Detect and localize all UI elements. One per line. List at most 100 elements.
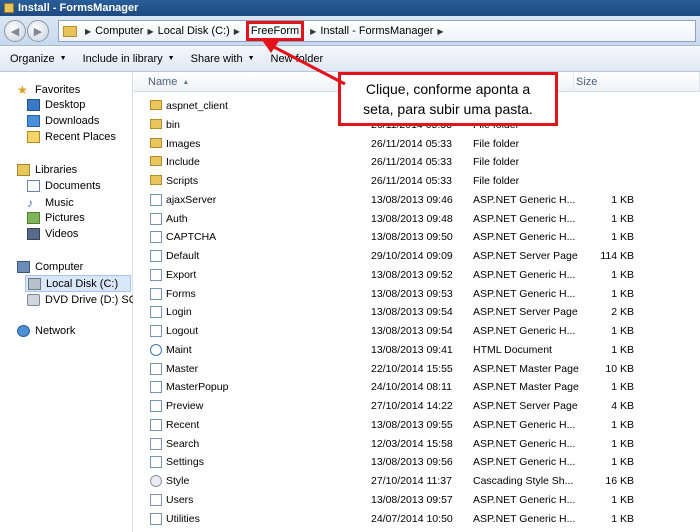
nav-computer[interactable]: Computer bbox=[17, 261, 83, 273]
include-in-library-label: Include in library bbox=[82, 52, 163, 65]
file-row[interactable]: Users 13/08/2013 09:57 ASP.NET Generic H..… bbox=[134, 491, 700, 510]
include-in-library-button[interactable]: Include in library ▼ bbox=[83, 53, 175, 65]
nav-dvd-drive[interactable]: DVD Drive (D:) SQLFUI bbox=[27, 294, 133, 306]
nav-documents[interactable]: Documents bbox=[27, 180, 101, 192]
file-row[interactable]: Auth 13/08/2013 09:48 ASP.NET Generic H...… bbox=[134, 210, 700, 229]
arrow-right-icon: ▶ bbox=[33, 25, 43, 38]
downloads-icon bbox=[27, 115, 40, 127]
file-row[interactable]: Utilities 24/07/2014 10:50 ASP.NET Generic… bbox=[134, 510, 700, 529]
file-name: Maint bbox=[166, 343, 192, 356]
file-date: 13/08/2013 09:55 bbox=[371, 418, 453, 431]
file-date: 27/10/2014 11:37 bbox=[371, 475, 452, 487]
dvd-drive-icon bbox=[27, 294, 40, 306]
nav-videos[interactable]: Videos bbox=[27, 228, 78, 240]
file-name: Forms bbox=[166, 287, 196, 300]
folder-icon bbox=[150, 137, 162, 148]
file-icon bbox=[150, 418, 162, 431]
folder-icon bbox=[150, 156, 162, 167]
file-row[interactable]: ajaxServer 13/08/2013 09:46 ASP.NET Generi… bbox=[134, 191, 700, 210]
file-size: 1 KB bbox=[611, 437, 634, 450]
file-row[interactable]: Export 13/08/2013 09:52 ASP.NET Generic H.… bbox=[134, 266, 700, 285]
share-with-button[interactable]: Share with ▼ bbox=[191, 53, 255, 65]
nav-pictures-label: Pictures bbox=[45, 212, 85, 224]
file-row[interactable]: MasterPopup 24/10/2014 08:11 ASP.NET Maste… bbox=[134, 378, 700, 397]
file-size: 2 KB bbox=[611, 306, 634, 319]
new-folder-button[interactable]: New folder bbox=[271, 53, 324, 65]
chevron-right-icon[interactable]: ▶ bbox=[437, 27, 443, 36]
organize-button[interactable]: Organize ▼ bbox=[10, 53, 67, 65]
file-date: 29/10/2014 09:09 bbox=[371, 250, 453, 262]
chevron-right-icon[interactable]: ▶ bbox=[234, 27, 240, 36]
file-row[interactable]: Settings 13/08/2013 09:56 ASP.NET Generic … bbox=[134, 453, 700, 472]
nav-libraries-label: Libraries bbox=[35, 164, 78, 176]
nav-favorites-label: Favorites bbox=[35, 84, 81, 96]
file-row[interactable]: Maint 13/08/2013 09:41 HTML Document 1 KB bbox=[134, 341, 700, 360]
forward-button[interactable]: ▶ bbox=[27, 20, 49, 42]
chevron-right-icon[interactable]: ▶ bbox=[85, 27, 91, 36]
file-row[interactable]: Style 27/10/2014 11:37 Cascading Style Sh.… bbox=[134, 472, 700, 491]
file-icon bbox=[150, 306, 162, 319]
file-type: ASP.NET Server Page bbox=[473, 400, 578, 412]
chevron-right-icon[interactable]: ▶ bbox=[147, 27, 153, 36]
file-name: bin bbox=[166, 118, 181, 131]
file-date: 13/08/2013 09:56 bbox=[371, 456, 453, 469]
file-date: 26/11/2014 05:33 bbox=[371, 175, 452, 187]
file-type: ASP.NET Generic H... bbox=[473, 456, 576, 469]
nav-recent-places[interactable]: Recent Places bbox=[27, 131, 116, 143]
file-date: 13/08/2013 09:46 bbox=[371, 193, 453, 206]
nav-network[interactable]: Network bbox=[17, 325, 75, 337]
nav-favorites[interactable]: ★ Favorites bbox=[17, 83, 80, 97]
breadcrumb-install-formsmanager[interactable]: Install - FormsManager bbox=[320, 25, 433, 37]
file-icon bbox=[150, 437, 162, 450]
breadcrumb-freeform[interactable]: FreeForm bbox=[245, 21, 305, 41]
file-row[interactable]: CAPTCHA 13/08/2013 09:50 ASP.NET Generic H… bbox=[134, 228, 700, 247]
nav-desktop[interactable]: Desktop bbox=[27, 99, 85, 111]
navigation-pane: ★ Favorites Desktop Downloads Recent Plac… bbox=[0, 72, 133, 532]
nav-libraries[interactable]: Libraries bbox=[17, 164, 77, 176]
file-icon bbox=[150, 493, 162, 506]
nav-downloads[interactable]: Downloads bbox=[27, 115, 99, 127]
file-date: 13/08/2013 09:41 bbox=[371, 343, 453, 356]
file-row[interactable]: Master 22/10/2014 15:55 ASP.NET Master Pag… bbox=[134, 360, 700, 379]
file-type: ASP.NET Generic H... bbox=[473, 325, 576, 337]
file-row[interactable]: Search 12/03/2014 15:58 ASP.NET Generic H.… bbox=[134, 435, 700, 454]
file-icon bbox=[150, 287, 162, 300]
breadcrumb-local-disk[interactable]: Local Disk (C:) bbox=[158, 25, 230, 37]
nav-network-label: Network bbox=[35, 325, 76, 337]
file-row[interactable]: Default 29/10/2014 09:09 ASP.NET Server Pa… bbox=[134, 247, 700, 266]
column-name-label: Name bbox=[148, 76, 178, 88]
file-name: Logout bbox=[166, 325, 199, 337]
file-name: Images bbox=[166, 137, 201, 150]
back-button[interactable]: ◀ bbox=[4, 20, 26, 42]
file-row[interactable]: Preview 27/10/2014 14:22 ASP.NET Server Pa… bbox=[134, 397, 700, 416]
file-row[interactable]: Include 26/11/2014 05:33 File folder bbox=[134, 153, 700, 172]
address-bar[interactable]: ▶ Computer ▶ Local Disk (C:) ▶ FreeForm … bbox=[58, 20, 696, 42]
file-size: 1 KB bbox=[611, 212, 634, 225]
new-folder-label: New folder bbox=[270, 52, 324, 65]
file-row[interactable]: Login 13/08/2013 09:54 ASP.NET Server Page… bbox=[134, 303, 700, 322]
file-row[interactable]: Forms 13/08/2013 09:53 ASP.NET Generic H..… bbox=[134, 285, 700, 304]
column-header-size[interactable]: Size bbox=[570, 72, 700, 92]
file-row[interactable]: Scripts 26/11/2014 05:33 File folder bbox=[134, 172, 700, 191]
nav-local-disk[interactable]: Local Disk (C:) bbox=[25, 275, 131, 292]
file-type: ASP.NET Server Page bbox=[473, 250, 578, 262]
nav-pictures[interactable]: Pictures bbox=[27, 212, 85, 224]
file-name: MasterPopup bbox=[166, 381, 229, 394]
file-name: Export bbox=[166, 268, 197, 281]
html-document-icon bbox=[150, 343, 162, 356]
chevron-down-icon: ▼ bbox=[167, 55, 175, 62]
file-type: ASP.NET Server Page bbox=[473, 306, 578, 319]
file-icon bbox=[150, 268, 162, 281]
stylesheet-icon bbox=[150, 475, 162, 487]
file-row[interactable]: Recent 13/08/2013 09:55 ASP.NET Generic H.… bbox=[134, 416, 700, 435]
nav-music[interactable]: ♪ Music bbox=[27, 196, 74, 210]
file-name: Recent bbox=[166, 418, 200, 431]
file-size: 1 KB bbox=[611, 456, 634, 469]
file-name: Preview bbox=[166, 400, 204, 412]
file-type: ASP.NET Generic H... bbox=[473, 418, 576, 431]
file-row[interactable]: Logout 13/08/2013 09:54 ASP.NET Generic H.… bbox=[134, 322, 700, 341]
chevron-right-icon[interactable]: ▶ bbox=[310, 27, 316, 36]
file-row[interactable]: Images 26/11/2014 05:33 File folder bbox=[134, 135, 700, 154]
breadcrumb-computer[interactable]: Computer bbox=[95, 25, 143, 37]
folder-icon bbox=[150, 175, 162, 185]
